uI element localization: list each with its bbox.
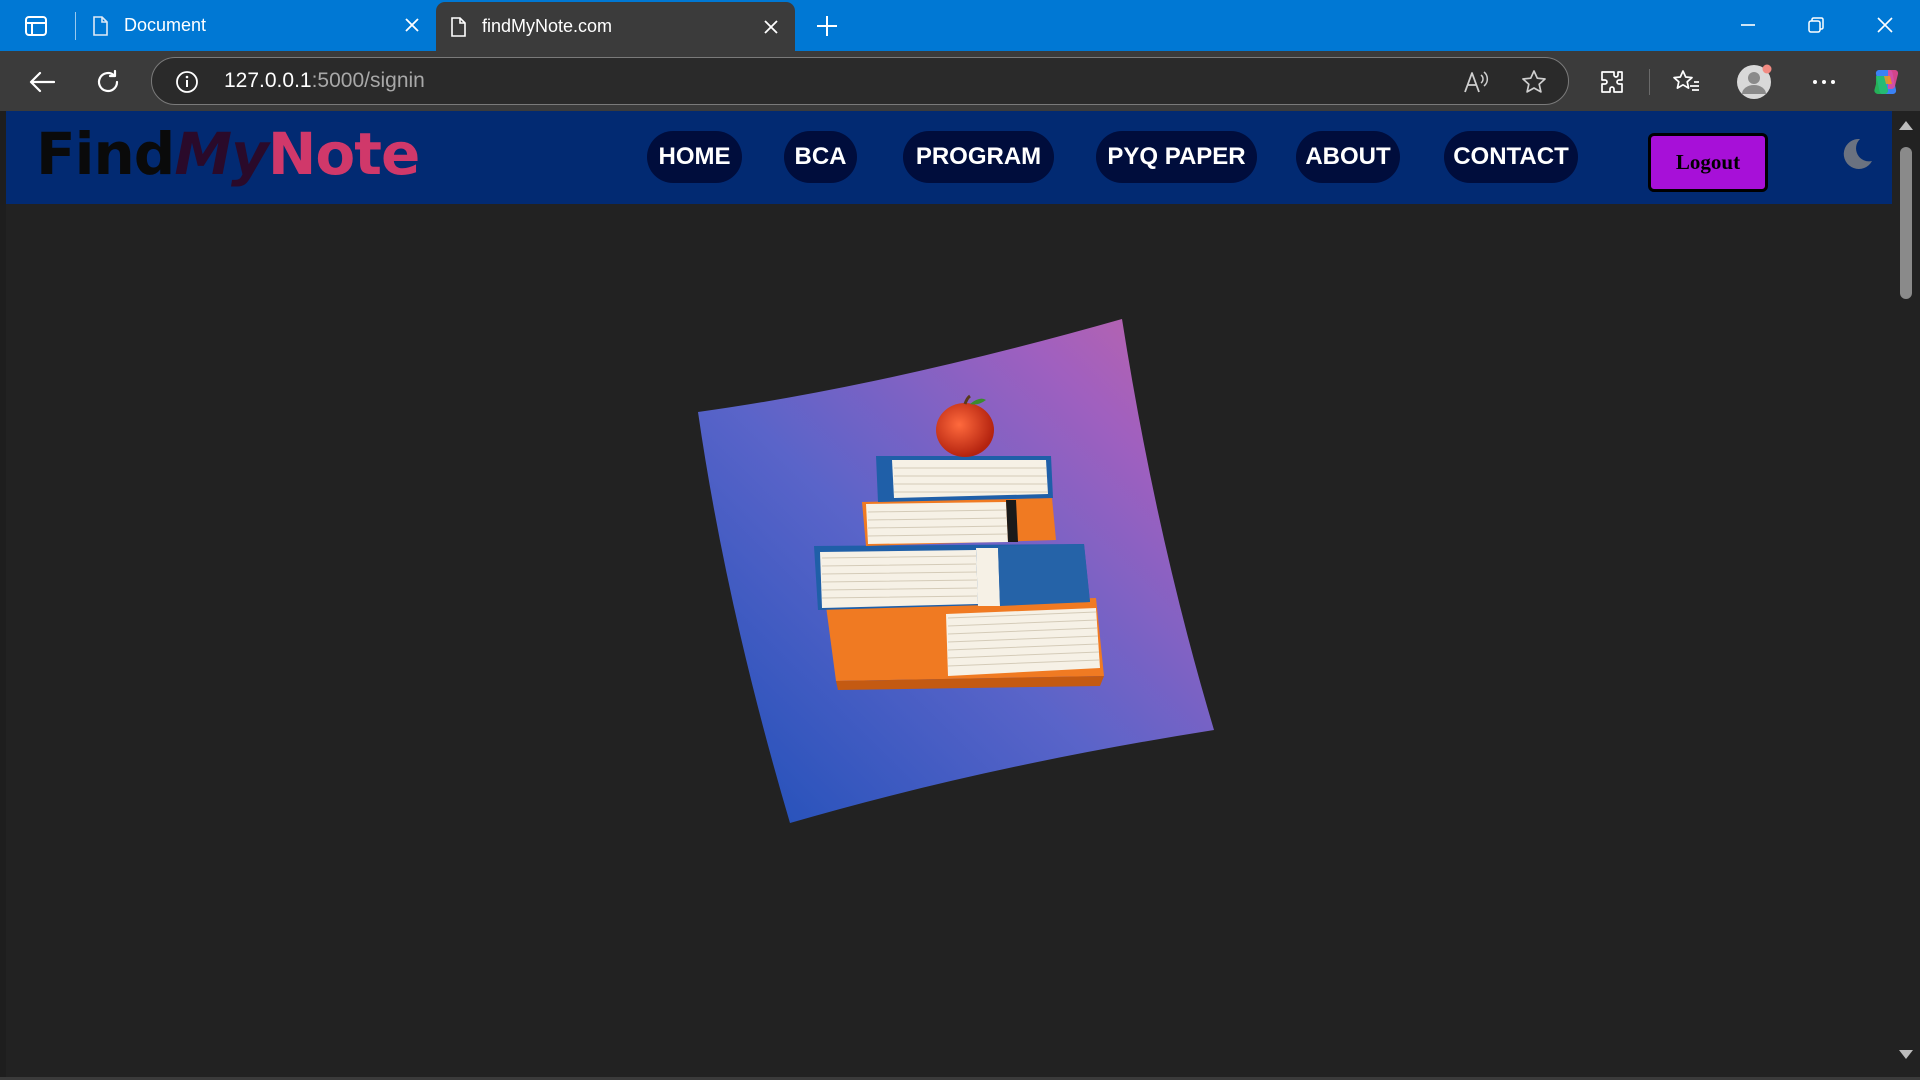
add-favorite-star-icon[interactable] [1520, 68, 1548, 96]
page-viewport: FindMyNote HOME BCA PROGRAM PYQ PAPER AB… [6, 111, 1892, 1077]
site-navbar: FindMyNote HOME BCA PROGRAM PYQ PAPER AB… [6, 111, 1892, 204]
hero-books-image [686, 316, 1226, 836]
close-window-button[interactable] [1865, 8, 1905, 42]
url-host: 127.0.0.1 [224, 69, 312, 92]
nav-about[interactable]: ABOUT [1296, 131, 1400, 183]
tab-separator [75, 12, 76, 40]
page-icon [448, 15, 468, 39]
copilot-icon[interactable] [1868, 64, 1904, 100]
logo-text-note: Note [267, 120, 420, 188]
logout-button[interactable]: Logout [1648, 133, 1768, 192]
more-options-icon[interactable] [1806, 64, 1842, 100]
scrollbar-thumb[interactable] [1900, 147, 1912, 299]
nav-home[interactable]: HOME [647, 131, 742, 183]
scroll-down-arrow-icon[interactable] [1899, 1050, 1913, 1059]
new-tab-button[interactable] [812, 12, 842, 40]
logo-text-my: My [174, 120, 269, 188]
close-tab-icon[interactable] [759, 15, 783, 39]
url-text[interactable]: 127.0.0.1:5000/signin [224, 69, 425, 93]
favorites-icon[interactable] [1668, 64, 1704, 100]
logo-text-find: Find [36, 120, 175, 188]
moon-icon[interactable] [1832, 131, 1876, 175]
tab-document[interactable]: Document [90, 0, 436, 51]
nav-pyq-paper[interactable]: PYQ PAPER [1096, 131, 1257, 183]
url-path: :5000/signin [311, 69, 425, 92]
nav-bca[interactable]: BCA [784, 131, 857, 183]
address-bar[interactable]: 127.0.0.1:5000/signin [151, 57, 1569, 105]
close-tab-icon[interactable] [400, 13, 424, 37]
read-aloud-icon[interactable] [1462, 68, 1490, 96]
browser-tab-strip: Document findMyNote.com [0, 0, 1920, 51]
refresh-button[interactable] [90, 64, 126, 100]
site-info-icon[interactable] [174, 69, 200, 95]
back-button[interactable] [24, 64, 60, 100]
tab-title: Document [124, 15, 207, 35]
tab-title: findMyNote.com [482, 16, 613, 36]
nav-program[interactable]: PROGRAM [903, 131, 1054, 183]
minimize-button[interactable] [1728, 8, 1768, 42]
site-logo[interactable]: FindMyNote [36, 125, 420, 183]
restore-button[interactable] [1796, 8, 1836, 42]
nav-contact[interactable]: CONTACT [1444, 131, 1578, 183]
extensions-icon[interactable] [1594, 64, 1630, 100]
toolbar-separator [1649, 69, 1650, 95]
page-scrollbar[interactable] [1892, 111, 1920, 1080]
scroll-up-arrow-icon[interactable] [1899, 121, 1913, 130]
browser-toolbar: 127.0.0.1:5000/signin [0, 51, 1920, 111]
tab-actions-icon[interactable] [18, 12, 54, 39]
tab-findmynote[interactable]: findMyNote.com [436, 2, 795, 51]
profile-avatar[interactable] [1736, 64, 1772, 100]
page-icon [90, 14, 110, 38]
